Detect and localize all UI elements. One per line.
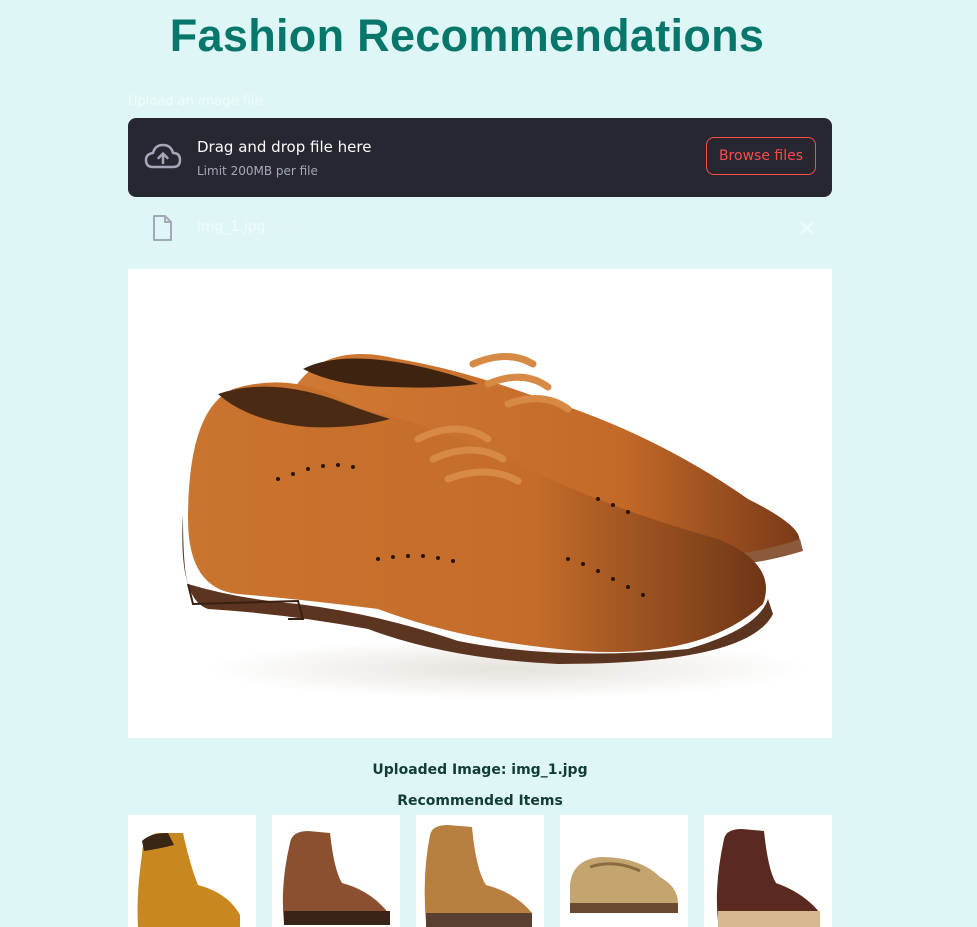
uploaded-image-caption: Uploaded Image: img_1.jpg	[372, 762, 588, 778]
boot-image	[716, 829, 820, 927]
shoe-image	[570, 857, 678, 913]
upload-label: Upload an image file	[128, 94, 263, 109]
file-name: img_1.jpg	[197, 219, 266, 235]
size-limit: Limit 200MB per file	[197, 164, 318, 178]
file-icon	[153, 215, 172, 241]
page-title: Fashion Recommendations	[169, 10, 765, 61]
file-size: 0.2MB	[271, 222, 306, 235]
boot-image	[282, 831, 390, 925]
recommendation-item[interactable]	[704, 815, 832, 927]
boot-image	[424, 825, 532, 927]
recommendation-item[interactable]	[272, 815, 400, 927]
recommendation-item[interactable]	[128, 815, 256, 927]
boot-image	[137, 833, 240, 927]
close-icon[interactable]	[800, 221, 814, 235]
drop-instructions: Drag and drop file here	[197, 138, 372, 156]
uploaded-image	[128, 269, 832, 738]
browse-files-button[interactable]: Browse files	[705, 137, 816, 175]
recommended-heading: Recommended Items	[397, 793, 563, 809]
brogue-shoes-illustration	[182, 353, 808, 699]
file-dropzone[interactable]: Drag and drop file here Limit 200MB per …	[128, 118, 832, 197]
cloud-upload-icon	[144, 143, 182, 169]
uploaded-file-row: img_1.jpg 0.2MB	[128, 210, 832, 246]
recommendation-item[interactable]	[560, 815, 688, 927]
recommendation-item[interactable]	[416, 815, 544, 927]
